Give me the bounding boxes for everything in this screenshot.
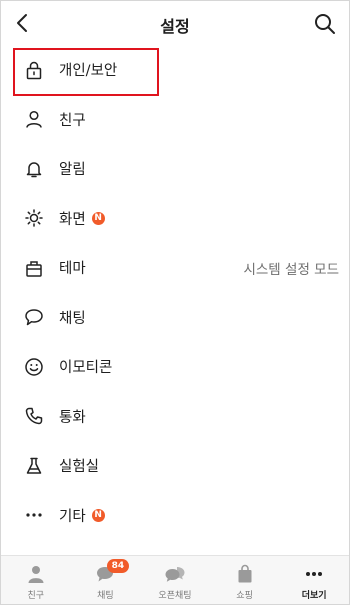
menu-item-label: 기타 (59, 508, 86, 525)
app-header: 설정 (1, 1, 349, 45)
menu-item-call[interactable]: 통화 (1, 392, 349, 442)
menu-item-label: 친구 (59, 112, 86, 129)
tab-label: 쇼핑 (236, 591, 253, 601)
tab-chats[interactable]: 84 채팅 (71, 556, 141, 604)
menu-item-label: 통화 (59, 409, 86, 426)
menu-item-etc[interactable]: 기타 N (1, 491, 349, 541)
menu-item-label: 이모티콘 (59, 360, 113, 377)
new-badge: N (91, 211, 105, 225)
search-button[interactable] (313, 12, 337, 36)
theme-icon (23, 257, 45, 279)
search-icon (315, 14, 335, 34)
tab-label: 채팅 (97, 591, 114, 601)
menu-item-display[interactable]: 화면 N (1, 194, 349, 244)
tab-more[interactable]: 더보기 (279, 556, 349, 604)
lock-icon (23, 59, 45, 81)
menu-item-lab[interactable]: 실험실 (1, 441, 349, 491)
new-badge: N (91, 508, 105, 522)
tab-label: 친구 (27, 591, 45, 601)
tab-label: 오픈채팅 (158, 591, 192, 601)
settings-menu: 개인/보안 친구 알림 화면 N 테마 시스템 설정 모드 채팅 이모티콘 통화… (1, 45, 349, 540)
phone-icon (23, 405, 45, 427)
more-tab-icon (303, 564, 325, 584)
chat-bubble-icon (23, 306, 45, 328)
person-icon (23, 108, 45, 130)
more-icon (23, 504, 45, 526)
menu-item-label: 화면 (59, 211, 86, 228)
menu-item-friends[interactable]: 친구 (1, 95, 349, 145)
menu-item-privacy[interactable]: 개인/보안 (1, 45, 349, 95)
menu-item-chat[interactable]: 채팅 (1, 293, 349, 343)
unread-count-badge: 84 (106, 559, 130, 573)
open-chat-tab-icon (164, 564, 186, 584)
person-tab-icon (25, 564, 47, 584)
smile-icon (23, 356, 45, 378)
page-title: 설정 (160, 17, 190, 36)
flask-icon (23, 455, 45, 477)
tab-open-chat[interactable]: 오픈채팅 (140, 556, 210, 604)
menu-item-label: 채팅 (59, 310, 86, 327)
bottom-tab-bar: 친구 84 채팅 오픈채팅 쇼핑 더보기 (1, 555, 349, 604)
shopping-bag-icon (234, 564, 256, 584)
menu-item-label: 실험실 (59, 459, 100, 476)
menu-item-notifications[interactable]: 알림 (1, 144, 349, 194)
sun-icon (23, 207, 45, 229)
menu-item-label: 테마 (59, 261, 86, 278)
menu-item-theme[interactable]: 테마 시스템 설정 모드 (1, 243, 349, 293)
theme-value: 시스템 설정 모드 (243, 261, 339, 278)
menu-item-label: 개인/보안 (59, 63, 118, 80)
menu-item-emoticon[interactable]: 이모티콘 (1, 342, 349, 392)
menu-item-label: 알림 (59, 162, 86, 179)
bell-icon (23, 158, 45, 180)
tab-shopping[interactable]: 쇼핑 (210, 556, 280, 604)
tab-friends[interactable]: 친구 (1, 556, 71, 604)
tab-label: 더보기 (301, 591, 327, 601)
